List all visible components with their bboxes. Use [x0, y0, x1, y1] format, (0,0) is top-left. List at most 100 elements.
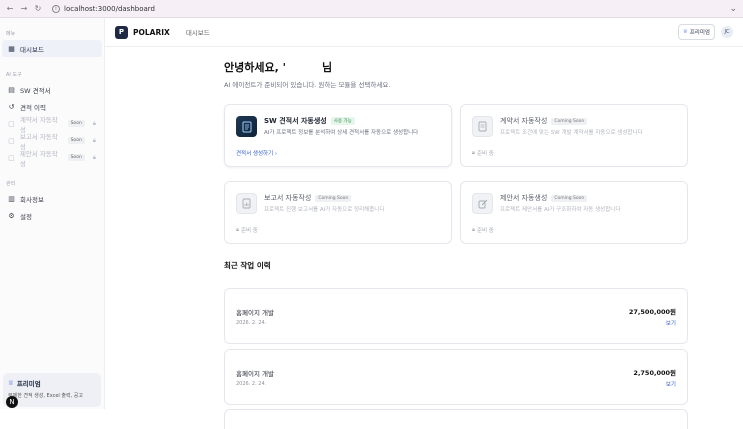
sidebar-item-label: 대시보드 — [20, 45, 44, 54]
lock-icon: 🔒︎ — [472, 149, 475, 156]
brand-name[interactable]: POLARIX — [133, 28, 170, 37]
card-sw-estimate[interactable]: SW 견적서 자동생성 사용 가능 AI가 프로젝트 정보를 분석하여 상세 견적… — [224, 104, 452, 167]
main: P POLARIX 대시보드 ♕ 프리미엄 JC 안녕하세요, ' 님 AI 에이… — [105, 18, 743, 429]
card-title: 계약서 자동작성 — [500, 117, 548, 125]
view-link[interactable]: 보기 — [629, 319, 676, 327]
create-estimate-link[interactable]: 견적서 생성하기 › — [236, 149, 277, 157]
sidebar-item-company[interactable]: ▥ 회사정보 — [2, 190, 102, 207]
sidebar-item-label: 설정 — [20, 212, 32, 221]
preparing-status: 🔒︎ 준비 중 — [472, 226, 494, 235]
browser-menu-icon[interactable]: ⌄ — [729, 4, 737, 14]
forward-icon[interactable]: → — [20, 4, 28, 13]
sidebar-item-label: 제안서 자동작성 — [19, 149, 58, 168]
premium-button[interactable]: ♕ 프리미엄 — [677, 24, 715, 40]
card-title: 보고서 자동작성 — [264, 194, 312, 202]
document-icon — [472, 116, 493, 137]
soon-badge: Soon — [67, 154, 85, 161]
app: 메뉴 ▦ 대시보드 AI 도구 ▤ SW 견적서 ↺ 견적 이력 ▢ 계약서 자… — [0, 18, 743, 429]
sidebar-item-dashboard[interactable]: ▦ 대시보드 — [2, 40, 102, 57]
coming-soon-badge: Coming Soon — [315, 194, 352, 202]
recent-item-date: 2026. 2. 24. — [236, 380, 267, 387]
promo-desc: 무제한 견적 생성, Excel 출력, 공고 — [8, 393, 83, 399]
soon-badge: Soon — [67, 137, 85, 144]
greeting-prefix: 안녕하세요, ' — [224, 61, 286, 74]
sidebar-section-ai: AI 도구 — [6, 72, 22, 78]
sidebar-item-label: 회사정보 — [20, 195, 44, 204]
avatar[interactable]: JC — [721, 26, 733, 38]
address-bar[interactable]: i localhost:3000/dashboard — [52, 4, 155, 13]
dashboard-content: 안녕하세요, ' 님 AI 에이전트가 준비되어 있습니다. 원하는 모듈을 선택… — [224, 59, 688, 429]
subtitle: AI 에이전트가 준비되어 있습니다. 원하는 모듈을 선택하세요. — [224, 81, 391, 89]
chart-document-icon — [236, 193, 257, 214]
topbar: P POLARIX 대시보드 ♕ 프리미엄 JC — [105, 18, 743, 47]
greeting: 안녕하세요, ' 님 — [224, 59, 688, 75]
sidebar-item-proposal[interactable]: ▢ 제안서 자동작성 Soon 🔒︎ — [2, 149, 102, 168]
card-proposal: 제안서 자동생성 Coming Soon 프로젝트 제안서를 AI가 구조화하여 … — [460, 181, 688, 244]
card-desc: 프로젝트 조건에 맞는 SW 개발 계약서를 자동으로 생성합니다 — [500, 130, 643, 136]
document-icon: ▤ — [8, 85, 15, 94]
document-icon — [236, 116, 257, 137]
crown-icon: ♕ — [682, 29, 688, 35]
preparing-status: 🔒︎ 준비 중 — [236, 226, 258, 235]
available-badge: 사용 가능 — [330, 117, 355, 125]
recent-item-amount: 27,500,000원 — [628, 307, 676, 316]
building-icon: ▥ — [8, 194, 15, 203]
module-cards: SW 견적서 자동생성 사용 가능 AI가 프로젝트 정보를 분석하여 상세 견적… — [224, 104, 688, 247]
lock-icon: 🔒︎ — [92, 153, 96, 161]
n-badge[interactable]: N — [6, 396, 18, 408]
recent-item-partial — [224, 409, 688, 429]
preparing-label: 준비 중 — [476, 228, 494, 234]
card-contract: 계약서 자동작성 Coming Soon 프로젝트 조건에 맞는 SW 개발 계약… — [460, 104, 688, 167]
promo-title: 프리미엄 — [16, 380, 41, 388]
recent-title: 최근 작업 이력 — [224, 261, 271, 270]
recent-item-amount: 2,750,000원 — [633, 368, 676, 377]
logo[interactable]: P — [115, 25, 128, 39]
recent-item-date: 2026. 2. 24. — [236, 319, 267, 326]
sidebar-section-menu: 메뉴 — [6, 31, 16, 37]
premium-label: 프리미엄 — [689, 30, 710, 36]
sidebar-item-label: 견적 이력 — [20, 103, 46, 112]
view-link[interactable]: 보기 — [633, 380, 676, 388]
document-icon: ▢ — [8, 153, 15, 162]
crown-icon: ♕ — [8, 379, 14, 387]
sidebar-item-sw-estimate[interactable]: ▤ SW 견적서 — [2, 81, 102, 98]
lock-icon: 🔒︎ — [472, 226, 475, 233]
gear-icon: ⚙ — [8, 211, 15, 220]
recent-item-name: 홈페이지 개발 — [236, 369, 274, 378]
info-icon[interactable]: i — [52, 4, 60, 13]
card-report: 보고서 자동작성 Coming Soon 프로젝트 진행 보고서를 AI가 자동으… — [224, 181, 452, 244]
sidebar-section-manage: 관리 — [6, 181, 16, 187]
document-icon: ▢ — [8, 136, 15, 145]
url-text: localhost:3000/dashboard — [64, 4, 155, 13]
preparing-status: 🔒︎ 준비 중 — [472, 149, 494, 158]
back-icon[interactable]: ← — [6, 4, 14, 13]
reload-icon[interactable]: ↻ — [34, 4, 42, 13]
card-desc: 프로젝트 제안서를 AI가 구조화하여 자동 생성합니다 — [500, 207, 621, 213]
lock-icon: 🔒︎ — [92, 119, 96, 127]
recent-item[interactable]: 홈페이지 개발 2026. 2. 24. 2,750,000원 보기 — [224, 349, 688, 405]
recent-item[interactable]: 홈페이지 개발 2026. 2. 24. 27,500,000원 보기 — [224, 288, 688, 344]
preparing-label: 준비 중 — [476, 151, 494, 157]
card-title: 제안서 자동생성 — [500, 194, 548, 202]
card-title: SW 견적서 자동생성 — [264, 117, 327, 125]
sidebar-item-label: SW 견적서 — [20, 86, 51, 95]
history-icon: ↺ — [8, 102, 15, 111]
document-icon: ▢ — [8, 119, 15, 128]
breadcrumb: 대시보드 — [185, 29, 210, 37]
sidebar-item-settings[interactable]: ⚙ 설정 — [2, 207, 102, 224]
coming-soon-badge: Coming Soon — [551, 117, 588, 125]
edit-icon — [472, 193, 493, 214]
sidebar-item-report[interactable]: ▢ 보고서 자동작성 Soon 🔒︎ — [2, 132, 102, 151]
preparing-label: 준비 중 — [240, 228, 258, 234]
sidebar: 메뉴 ▦ 대시보드 AI 도구 ▤ SW 견적서 ↺ 견적 이력 ▢ 계약서 자… — [0, 18, 105, 409]
lock-icon: 🔒︎ — [92, 136, 96, 144]
coming-soon-badge: Coming Soon — [551, 194, 588, 202]
greeting-suffix: 님 — [321, 61, 333, 74]
grid-icon: ▦ — [8, 44, 15, 53]
card-desc: AI가 프로젝트 정보를 분석하여 상세 견적서를 자동으로 생성합니다 — [264, 130, 419, 136]
soon-badge: Soon — [67, 120, 85, 127]
sidebar-item-estimate-history[interactable]: ↺ 견적 이력 — [2, 98, 102, 115]
lock-icon: 🔒︎ — [236, 226, 239, 233]
sidebar-item-contract[interactable]: ▢ 계약서 자동작성 Soon 🔒︎ — [2, 115, 102, 134]
premium-promo[interactable]: ♕ 프리미엄 무제한 견적 생성, Excel 출력, 공고 N — [3, 373, 101, 408]
